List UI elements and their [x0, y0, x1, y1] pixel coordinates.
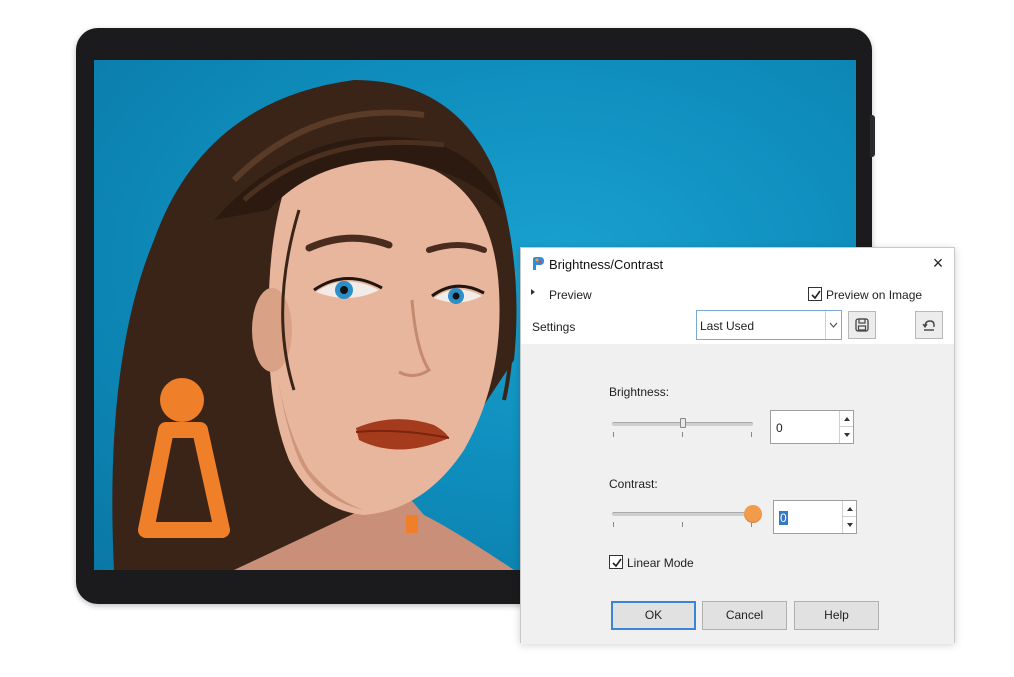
contrast-value-spinner[interactable]: 0	[773, 500, 857, 534]
brightness-value[interactable]: 0	[776, 421, 783, 435]
brightness-increment-button[interactable]	[839, 411, 853, 427]
reset-icon	[922, 320, 935, 331]
save-preset-button[interactable]	[848, 311, 876, 339]
dialog-title: Brightness/Contrast	[549, 257, 664, 272]
contrast-slider-thumb[interactable]	[744, 505, 762, 523]
brightness-decrement-button[interactable]	[839, 427, 853, 443]
slider-tick	[682, 522, 683, 527]
linear-mode-checkbox[interactable]	[609, 555, 623, 569]
settings-preset-value: Last Used	[700, 319, 755, 333]
cancel-button[interactable]: Cancel	[702, 601, 787, 630]
settings-preset-select[interactable]: Last Used	[696, 310, 842, 340]
check-icon	[612, 558, 622, 568]
contrast-label: Contrast:	[609, 477, 658, 491]
linear-mode-label[interactable]: Linear Mode	[627, 556, 694, 570]
expand-triangle-icon[interactable]	[531, 289, 535, 295]
dialog-titlebar[interactable]: Brightness/Contrast ×	[521, 248, 954, 280]
close-icon[interactable]: ×	[929, 254, 947, 272]
brightness-value-spinner[interactable]: 0	[770, 410, 854, 444]
slider-tick	[682, 432, 683, 437]
help-button[interactable]: Help	[794, 601, 879, 630]
contrast-slider-track[interactable]	[612, 512, 753, 516]
tablet-side-button	[870, 115, 875, 157]
preview-on-image-label[interactable]: Preview on Image	[826, 288, 922, 302]
save-preset-icon	[855, 318, 869, 332]
reset-button[interactable]	[915, 311, 943, 339]
slider-tick	[751, 432, 752, 437]
slider-tick	[613, 432, 614, 437]
preview-on-image-checkbox[interactable]	[808, 287, 822, 301]
app-icon	[533, 257, 544, 270]
brightness-slider-thumb[interactable]	[679, 418, 686, 428]
contrast-decrement-button[interactable]	[842, 517, 856, 533]
slider-tick	[613, 522, 614, 527]
check-icon	[811, 290, 821, 300]
preview-row: Preview Preview on Image	[521, 284, 954, 306]
brightness-contrast-dialog: Brightness/Contrast × Preview Preview on…	[520, 247, 955, 644]
settings-row: Settings Last Used	[521, 310, 954, 340]
brightness-label: Brightness:	[609, 385, 670, 399]
contrast-increment-button[interactable]	[842, 501, 856, 517]
adjustment-panel: Brightness: 0 Contrast: 0 Linear Mode OK	[521, 344, 954, 644]
preview-toggle-label[interactable]: Preview	[549, 288, 592, 302]
ok-button[interactable]: OK	[611, 601, 696, 630]
settings-label: Settings	[532, 320, 576, 334]
contrast-value[interactable]: 0	[779, 511, 788, 525]
chevron-down-icon[interactable]	[825, 311, 841, 339]
